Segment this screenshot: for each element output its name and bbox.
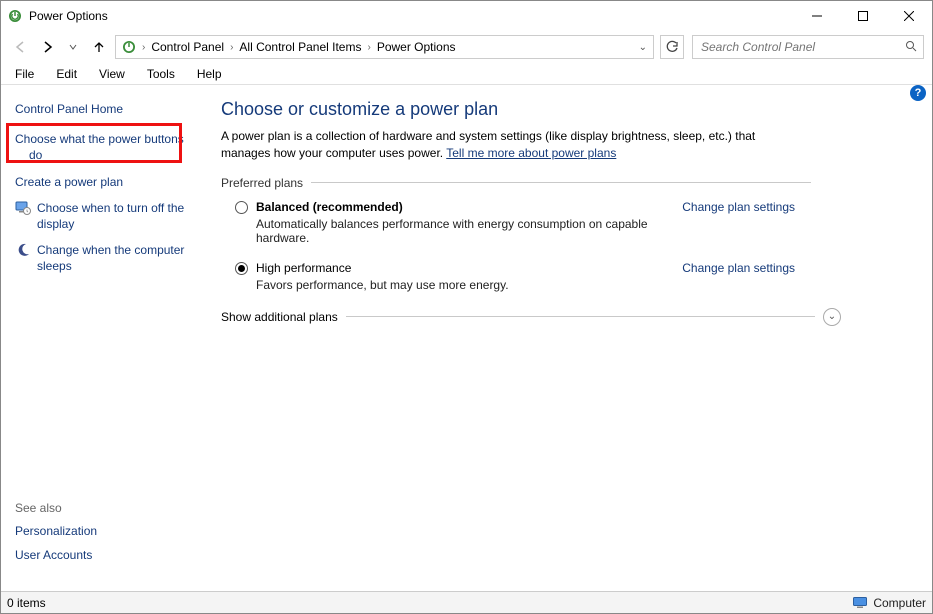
plan-balanced: Balanced (recommended) Automatically bal… — [235, 200, 795, 245]
status-location: Computer — [853, 596, 926, 610]
sidebar-item-label: Create a power plan — [29, 174, 123, 190]
computer-icon — [853, 597, 867, 609]
sidebar-item-label: Choose what the power buttons do — [29, 131, 195, 163]
control-panel-icon — [120, 38, 138, 56]
help-icon[interactable]: ? — [910, 85, 926, 101]
sidebar-item-sleep[interactable]: Change when the computer sleeps — [15, 242, 195, 274]
breadcrumb[interactable]: › Control Panel › All Control Panel Item… — [115, 35, 654, 59]
divider — [346, 316, 815, 317]
minimize-button[interactable] — [794, 1, 840, 31]
menu-bar: File Edit View Tools Help — [1, 63, 932, 85]
menu-help[interactable]: Help — [193, 65, 226, 83]
see-also-section: See also Personalization User Accounts — [15, 501, 97, 571]
see-also-user-accounts[interactable]: User Accounts — [15, 547, 97, 563]
plan-high-performance: High performance Favors performance, but… — [235, 261, 795, 292]
sidebar: Control Panel Home Choose what the power… — [1, 85, 209, 591]
address-dropdown-button[interactable]: ⌄ — [639, 42, 647, 53]
plan-description: Favors performance, but may use more ene… — [256, 278, 670, 292]
change-plan-settings-link[interactable]: Change plan settings — [682, 261, 795, 275]
menu-tools[interactable]: Tools — [143, 65, 179, 83]
control-panel-home-link[interactable]: Control Panel Home — [15, 101, 195, 117]
menu-view[interactable]: View — [95, 65, 129, 83]
sidebar-item-create-plan[interactable]: Create a power plan — [15, 174, 195, 190]
breadcrumb-item[interactable]: All Control Panel Items — [235, 40, 365, 54]
nav-recent-dropdown[interactable] — [61, 35, 85, 59]
chevron-right-icon[interactable]: › — [365, 42, 372, 53]
search-input[interactable] — [692, 35, 924, 59]
see-also-heading: See also — [15, 501, 97, 515]
show-additional-plans[interactable]: Show additional plans ⌄ — [221, 308, 841, 326]
window-title: Power Options — [29, 9, 108, 23]
monitor-clock-icon — [15, 200, 31, 216]
status-location-text: Computer — [873, 596, 926, 610]
menu-file[interactable]: File — [11, 65, 38, 83]
page-title: Choose or customize a power plan — [221, 99, 906, 120]
search-icon[interactable] — [905, 40, 917, 55]
nav-up-button[interactable] — [87, 35, 111, 59]
plan-name: High performance — [256, 261, 670, 275]
nav-forward-button[interactable] — [35, 35, 59, 59]
address-bar: › Control Panel › All Control Panel Item… — [1, 31, 932, 63]
sidebar-item-label: Choose when to turn off the display — [37, 200, 195, 232]
status-item-count: 0 items — [7, 596, 46, 610]
plan-name: Balanced (recommended) — [256, 200, 670, 214]
chevron-right-icon[interactable]: › — [228, 42, 235, 53]
plan-description: Automatically balances performance with … — [256, 217, 670, 245]
radio-balanced[interactable] — [235, 201, 248, 214]
sidebar-item-power-buttons[interactable]: Choose what the power buttons do — [15, 131, 195, 163]
breadcrumb-item[interactable]: Power Options — [373, 40, 460, 54]
title-bar: Power Options — [1, 1, 932, 31]
status-bar: 0 items Computer — [1, 591, 932, 613]
nav-back-button[interactable] — [9, 35, 33, 59]
power-options-icon — [7, 8, 23, 24]
refresh-button[interactable] — [660, 35, 684, 59]
preferred-plans-label: Preferred plans — [221, 176, 906, 190]
close-button[interactable] — [886, 1, 932, 31]
breadcrumb-item[interactable]: Control Panel — [147, 40, 228, 54]
see-also-personalization[interactable]: Personalization — [15, 523, 97, 539]
moon-icon — [15, 242, 31, 258]
show-additional-label: Show additional plans — [221, 310, 338, 324]
change-plan-settings-link[interactable]: Change plan settings — [682, 200, 795, 214]
sidebar-item-label: Change when the computer sleeps — [37, 242, 195, 274]
chevron-right-icon[interactable]: › — [140, 42, 147, 53]
menu-edit[interactable]: Edit — [52, 65, 81, 83]
main-content: ? Choose or customize a power plan A pow… — [209, 85, 932, 591]
page-description: A power plan is a collection of hardware… — [221, 128, 801, 162]
search-field[interactable] — [699, 39, 905, 55]
radio-high-performance[interactable] — [235, 262, 248, 275]
sidebar-item-display-off[interactable]: Choose when to turn off the display — [15, 200, 195, 232]
chevron-down-icon[interactable]: ⌄ — [823, 308, 841, 326]
tell-me-more-link[interactable]: Tell me more about power plans — [446, 146, 616, 160]
preferred-plans-text: Preferred plans — [221, 176, 303, 190]
maximize-button[interactable] — [840, 1, 886, 31]
